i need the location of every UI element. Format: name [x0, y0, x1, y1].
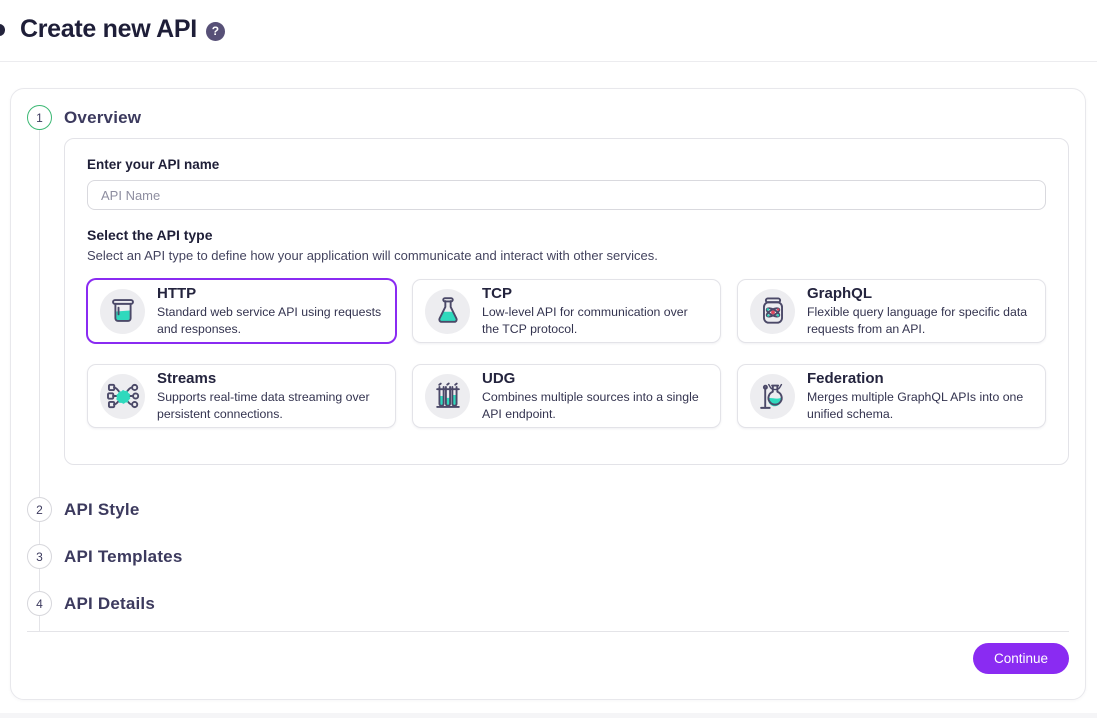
api-type-name: Federation: [807, 370, 1033, 388]
stepper-connector: [39, 616, 40, 631]
step-api-templates[interactable]: 3 API Templates: [27, 544, 1069, 591]
api-type-name: HTTP: [157, 285, 383, 303]
step-api-details[interactable]: 4 API Details: [27, 591, 1069, 631]
erlenmeyer-flask-icon: [425, 289, 470, 334]
api-type-name: GraphQL: [807, 285, 1033, 303]
step-1-circle: 1: [27, 105, 52, 130]
test-tubes-icon: [425, 374, 470, 419]
api-type-card-federation[interactable]: Federation Merges multiple GraphQL APIs …: [737, 364, 1046, 428]
page-title: Create new API: [20, 15, 197, 44]
network-nodes-icon: [100, 374, 145, 419]
api-type-name: TCP: [482, 285, 708, 303]
atom-jar-icon: [750, 289, 795, 334]
api-type-description: Select an API type to define how your ap…: [87, 248, 1046, 263]
api-type-card-graphql[interactable]: GraphQL Flexible query language for spec…: [737, 279, 1046, 343]
step-4-label: API Details: [64, 591, 1069, 616]
step-2-circle: 2: [27, 497, 52, 522]
step-overview: 1 Overview Enter your API name Select th…: [27, 105, 1069, 497]
api-type-card-udg[interactable]: UDG Combines multiple sources into a sin…: [412, 364, 721, 428]
step-3-label: API Templates: [64, 544, 1069, 569]
stepper-connector: [39, 130, 40, 497]
api-type-desc: Low-level API for communication over the…: [482, 304, 708, 337]
api-type-card-http[interactable]: HTTP Standard web service API using requ…: [87, 279, 396, 343]
step-2-label: API Style: [64, 497, 1069, 522]
api-name-input[interactable]: [87, 180, 1046, 210]
overview-panel: Enter your API name Select the API type …: [64, 138, 1069, 465]
beaker-icon: [100, 289, 145, 334]
step-1-label: Overview: [64, 105, 1069, 130]
round-flask-icon: [750, 374, 795, 419]
page-background-strip: [0, 713, 1097, 718]
api-type-desc: Merges multiple GraphQL APIs into one un…: [807, 389, 1033, 422]
api-type-label: Select the API type: [87, 227, 1046, 243]
api-name-label: Enter your API name: [87, 157, 1046, 172]
help-icon[interactable]: ?: [206, 22, 225, 41]
step-api-style[interactable]: 2 API Style: [27, 497, 1069, 544]
step-4-circle: 4: [27, 591, 52, 616]
api-type-desc: Combines multiple sources into a single …: [482, 389, 708, 422]
card-footer: Continue: [27, 632, 1069, 674]
stepper-connector: [39, 522, 40, 544]
api-type-name: Streams: [157, 370, 383, 388]
api-type-desc: Standard web service API using requests …: [157, 304, 383, 337]
api-type-name: UDG: [482, 370, 708, 388]
api-type-card-tcp[interactable]: TCP Low-level API for communication over…: [412, 279, 721, 343]
api-type-desc: Flexible query language for specific dat…: [807, 304, 1033, 337]
page-header: Create new API ?: [0, 0, 1097, 62]
api-type-card-streams[interactable]: Streams Supports real-time data streamin…: [87, 364, 396, 428]
api-type-desc: Supports real-time data streaming over p…: [157, 389, 383, 422]
stepper-connector: [39, 569, 40, 591]
api-type-grid: HTTP Standard web service API using requ…: [87, 279, 1046, 428]
stepper-rail: 1: [27, 105, 52, 497]
step-3-circle: 3: [27, 544, 52, 569]
create-api-card: 1 Overview Enter your API name Select th…: [10, 88, 1086, 700]
cropped-edge-artifact: [0, 24, 5, 36]
continue-button[interactable]: Continue: [973, 643, 1069, 674]
